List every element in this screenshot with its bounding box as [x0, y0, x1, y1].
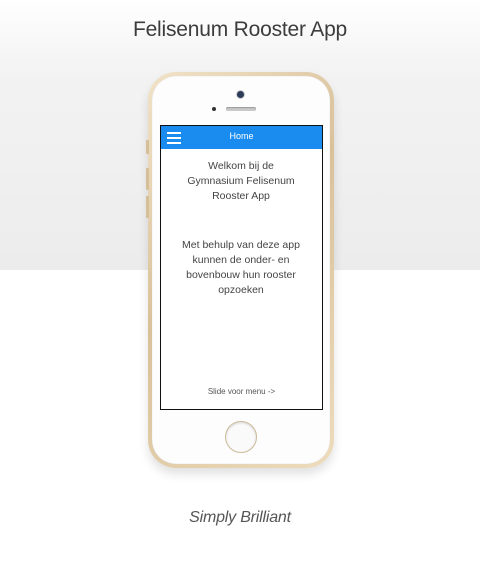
volume-up-button: [146, 168, 149, 190]
description-line: opzoeken: [218, 284, 264, 296]
volume-down-button: [146, 196, 149, 218]
page-title: Felisenum Rooster App: [132, 18, 348, 41]
front-camera-icon: [237, 91, 244, 98]
welcome-line: Gymnasium Felisenum: [187, 175, 295, 187]
phone-screen: Home Welkom bij de Gymnasium Felisenum R…: [160, 125, 323, 410]
description-line: Met behulp van deze app: [182, 239, 300, 251]
welcome-line: Welkom bij de: [208, 160, 274, 172]
description-line: kunnen de onder- en: [192, 254, 290, 266]
welcome-line: Rooster App: [212, 190, 270, 202]
description-line: bovenbouw hun rooster: [186, 269, 296, 281]
tagline: Simply Brilliant: [189, 509, 291, 526]
welcome-text: Welkom bij de Gymnasium Felisenum Rooste…: [169, 159, 313, 204]
app-bar: Home: [161, 126, 322, 149]
earpiece-speaker: [226, 107, 256, 111]
description-text: Met behulp van deze app kunnen de onder-…: [169, 238, 313, 298]
mute-switch: [146, 140, 149, 154]
proximity-sensor: [212, 107, 216, 111]
home-button[interactable]: [225, 421, 257, 453]
app-bar-title: Home: [229, 131, 254, 141]
slide-menu-hint: Slide voor menu ->: [207, 387, 276, 396]
